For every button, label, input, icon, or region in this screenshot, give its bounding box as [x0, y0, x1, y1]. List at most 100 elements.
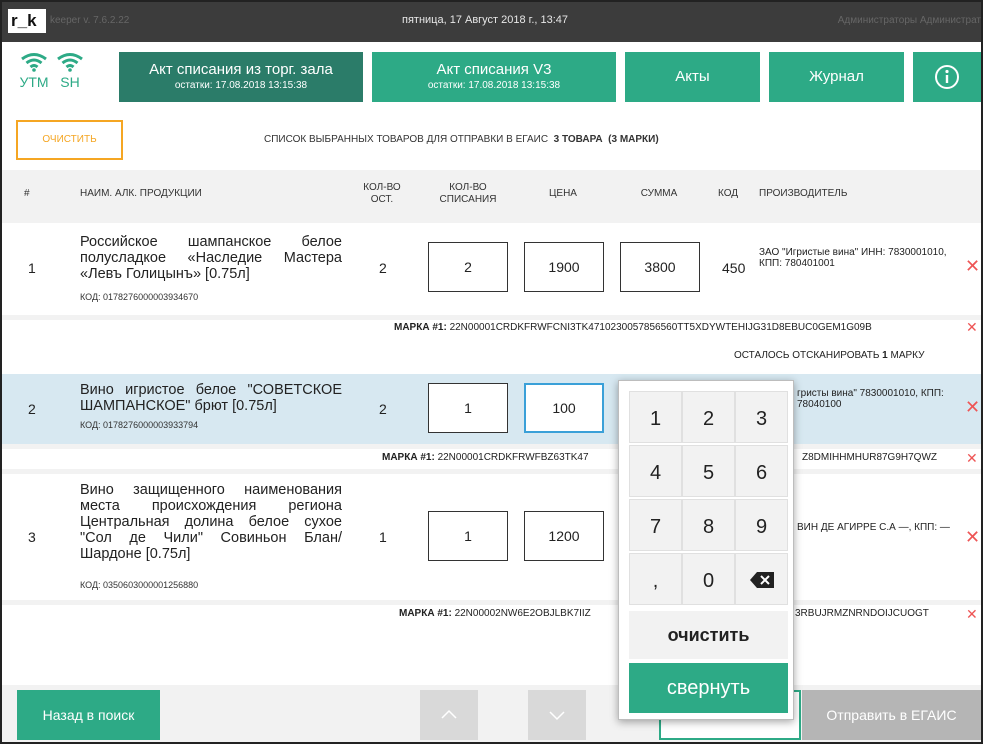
alc-code: 450: [722, 260, 746, 276]
key-6[interactable]: 6: [735, 445, 788, 497]
delete-row-icon[interactable]: ✕: [965, 257, 980, 275]
product-name: Вино игристое белое "СОВЕТСКОЕ ШАМПАНСКО…: [80, 382, 342, 414]
col-code: КОД: [718, 188, 739, 199]
marka-entry: МАРКА #1: 22N00001CRDKFRWFBZ63TK47: [382, 452, 589, 463]
back-to-search-button[interactable]: Назад в поиск: [17, 690, 160, 740]
marka-value-tail: Z8DMIHHMHUR87G9H7QWZ: [802, 452, 938, 463]
wifi-icon: [21, 53, 47, 72]
price-input[interactable]: 1200: [524, 511, 604, 561]
remain-count: 1: [882, 350, 888, 361]
scroll-up-button[interactable]: [420, 690, 478, 740]
title-bar: r_k keeper v. 7.6.2.22 пятница, 17 Авгус…: [2, 2, 981, 42]
header: УТМ SH Акт списания из торг. зала остатк…: [2, 42, 981, 112]
col-ost: КОЛ-ВО ОСТ.: [363, 182, 401, 205]
col-spis: КОЛ-ВО СПИСАНИЯ: [439, 182, 497, 205]
clear-list-button[interactable]: ОЧИСТИТЬ: [16, 120, 123, 160]
stock-qty: 1: [379, 529, 387, 545]
marka-row: МАРКА #1: 22N00002NW6E2OBJLBK7IIZ 3RBUJR…: [2, 605, 981, 629]
utm-status: УТМ: [16, 52, 52, 90]
key-4[interactable]: 4: [629, 445, 682, 497]
delete-row-icon[interactable]: ✕: [965, 528, 980, 546]
wifi-icon: [57, 53, 83, 72]
info-button[interactable]: [913, 52, 981, 102]
app-version: keeper v. 7.6.2.22: [50, 15, 130, 26]
table-header: # НАИМ. АЛК. ПРОДУКЦИИ КОЛ-ВО ОСТ. КОЛ-В…: [2, 170, 981, 218]
delete-marka-icon[interactable]: ✕: [966, 451, 978, 465]
table-row-selected[interactable]: Вино игристое белое "СОВЕТСКОЕ ШАМПАНСКО…: [2, 374, 981, 444]
key-3[interactable]: 3: [735, 391, 788, 443]
summary-count: 3 ТОВАРА: [553, 134, 603, 145]
price-input-focused[interactable]: 100: [524, 383, 604, 433]
selected-summary: СПИСОК ВЫБРАННЫХ ТОВАРОВ ДЛЯ ОТПРАВКИ В …: [264, 134, 659, 145]
product-code: КОД: 0350603000001256880: [80, 580, 199, 590]
app-logo: r_k: [8, 9, 46, 33]
utm-label: УТМ: [19, 74, 49, 90]
marka-label: МАРКА #1:: [394, 322, 447, 333]
key-8[interactable]: 8: [682, 499, 735, 551]
writeoff-qty-input[interactable]: 1: [428, 511, 508, 561]
stock-qty: 2: [379, 260, 387, 276]
producer-info: гристы вина" 7830001010, КПП: 78040100: [797, 388, 944, 410]
delete-row-icon[interactable]: ✕: [965, 398, 980, 416]
keypad-collapse-button[interactable]: свернуть: [629, 663, 788, 713]
summary-text: СПИСОК ВЫБРАННЫХ ТОВАРОВ ДЛЯ ОТПРАВКИ В …: [264, 134, 549, 145]
acts-button[interactable]: Акты: [625, 52, 760, 102]
app-window: r_k keeper v. 7.6.2.22 пятница, 17 Авгус…: [0, 0, 983, 744]
col-price: ЦЕНА: [549, 188, 577, 199]
col-name: НАИМ. АЛК. ПРОДУКЦИИ: [80, 188, 202, 199]
numeric-keypad: 1 2 3 4 5 6 7 8 9 , 0 очистить свернуть: [618, 380, 794, 720]
marka-value: 22N00001CRDKFRWFCNI3TK4710230057856560TT…: [449, 322, 872, 333]
writeoff-qty-input[interactable]: 2: [428, 242, 508, 292]
marka-row: МАРКА #1: 22N00001CRDKFRWFBZ63TK47 Z8DMI…: [2, 449, 981, 469]
table-row[interactable]: Российское шампанское белое полусладкое …: [2, 223, 981, 315]
product-code: КОД: 0178276000003934670: [80, 292, 199, 302]
keypad-clear-button[interactable]: очистить: [629, 611, 788, 659]
col-producer: ПРОИЗВОДИТЕЛЬ: [759, 188, 848, 199]
key-9[interactable]: 9: [735, 499, 788, 551]
key-2[interactable]: 2: [682, 391, 735, 443]
summary-marks: (3 МАРКИ): [608, 134, 659, 145]
marka-label: МАРКА #1:: [382, 452, 435, 463]
info-icon: [935, 65, 959, 89]
chevron-down-icon: [549, 711, 565, 721]
product-code: КОД: 0178276000003933794: [80, 420, 199, 430]
key-7[interactable]: 7: [629, 499, 682, 551]
current-datetime: пятница, 17 Август 2018 г., 13:47: [402, 14, 569, 26]
marka-entry: МАРКА #1: 22N00002NW6E2OBJLBK7IIZ: [399, 608, 591, 619]
key-backspace[interactable]: [735, 553, 788, 605]
row-number: 3: [28, 529, 36, 545]
remaining-scan-notice: ОСТАЛОСЬ ОТСКАНИРОВАТЬ 1 МАРКУ: [734, 350, 924, 361]
row-number: 1: [28, 260, 36, 276]
writeoff-qty-input[interactable]: 1: [428, 383, 508, 433]
remain-text: ОСТАЛОСЬ ОТСКАНИРОВАТЬ: [734, 350, 880, 361]
tab-subtitle: остатки: 17.08.2018 13:15:38: [174, 80, 308, 91]
key-5[interactable]: 5: [682, 445, 735, 497]
key-1[interactable]: 1: [629, 391, 682, 443]
tab-title: Акт списания из торг. зала: [149, 61, 333, 78]
tab-title: Акт списания V3: [436, 61, 552, 78]
tab-writeoff-trade-hall[interactable]: Акт списания из торг. зала остатки: 17.0…: [119, 52, 363, 102]
tab-writeoff-v3[interactable]: Акт списания V3 остатки: 17.08.2018 13:1…: [372, 52, 616, 102]
table-row[interactable]: Вино защищенного наименования места прои…: [2, 474, 981, 600]
send-to-egais-button[interactable]: Отправить в ЕГАИС: [802, 690, 981, 740]
price-input[interactable]: 1900: [524, 242, 604, 292]
key-0[interactable]: 0: [682, 553, 735, 605]
marka-row: МАРКА #1: 22N00001CRDKFRWFCNI3TK47102300…: [2, 320, 981, 374]
current-user: Администраторы Администрат: [837, 15, 981, 26]
delete-marka-icon[interactable]: ✕: [966, 320, 978, 334]
col-num: #: [24, 188, 30, 199]
stock-qty: 2: [379, 401, 387, 417]
marka-value: 22N00001CRDKFRWFBZ63TK47: [437, 452, 589, 463]
delete-marka-icon[interactable]: ✕: [966, 607, 978, 621]
product-name: Российское шампанское белое полусладкое …: [80, 234, 342, 282]
journal-button[interactable]: Журнал: [769, 52, 904, 102]
backspace-icon: [749, 572, 774, 588]
marka-label: МАРКА #1:: [399, 608, 452, 619]
key-comma[interactable]: ,: [629, 553, 682, 605]
producer-info: ВИН ДЕ АГИРРЕ С.А —, КПП: —: [797, 522, 950, 533]
sum-field: 3800: [620, 242, 700, 292]
scroll-down-button[interactable]: [528, 690, 586, 740]
chevron-up-icon: [441, 709, 457, 719]
tab-subtitle: остатки: 17.08.2018 13:15:38: [427, 80, 561, 91]
marka-entry: МАРКА #1: 22N00001CRDKFRWFCNI3TK47102300…: [394, 322, 872, 333]
